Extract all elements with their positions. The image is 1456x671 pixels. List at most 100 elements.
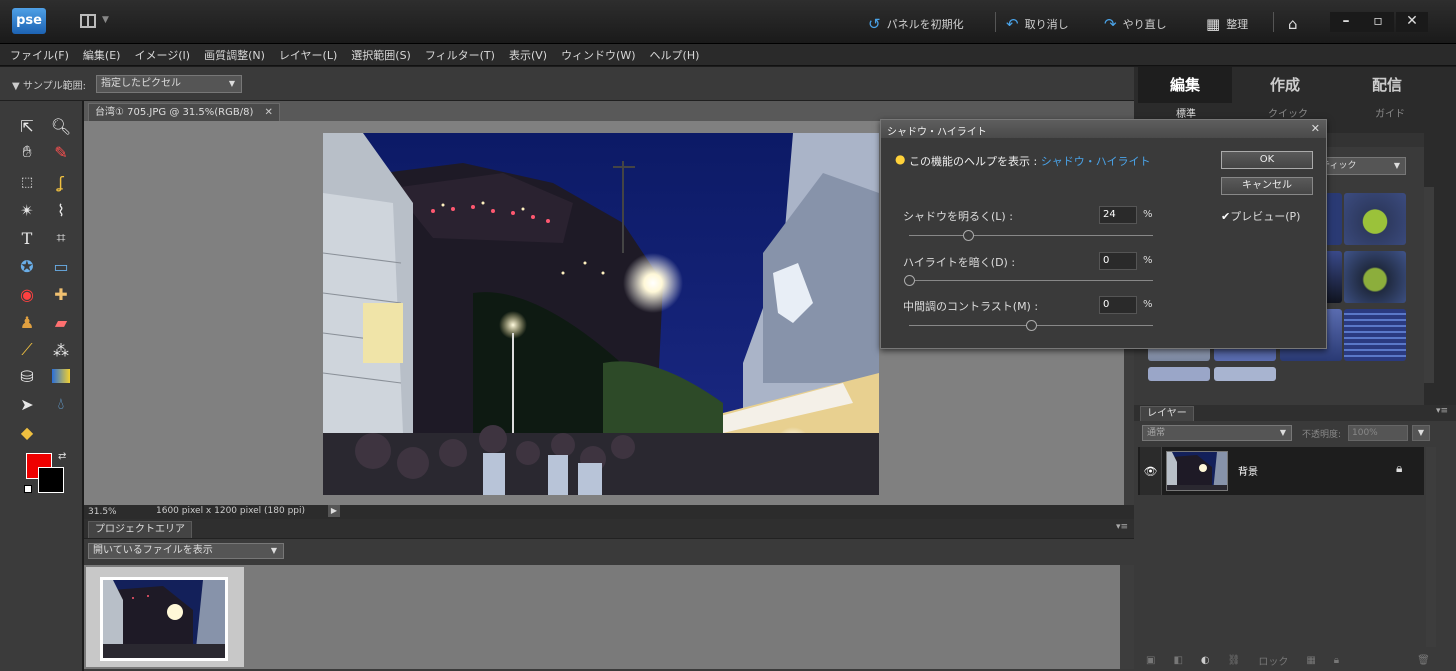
project-bin-filter-select[interactable]: 開いているファイルを表示 ▼ [88, 543, 284, 559]
close-window-button[interactable]: ✕ [1396, 12, 1428, 32]
maximize-button[interactable]: ▫ [1362, 12, 1394, 32]
midtone-contrast-slider-thumb[interactable] [1026, 320, 1037, 331]
eyedropper-tool-icon[interactable]: ✎ [48, 141, 74, 163]
project-thumbnail-item[interactable] [86, 567, 244, 667]
blur-tool-icon[interactable]: 💧︎ [48, 393, 74, 415]
status-menu-arrow-icon[interactable]: ▶ [328, 505, 340, 517]
lighten-shadows-input[interactable]: 24 [1099, 206, 1137, 224]
link-icon[interactable]: ⛓︎ [1228, 655, 1241, 666]
panel-menu-icon[interactable]: ▾≡ [1116, 522, 1128, 532]
menu-select[interactable]: 選択範囲(S) [351, 47, 411, 63]
darken-highlights-input[interactable]: 0 [1099, 252, 1137, 270]
darken-highlights-track[interactable] [909, 280, 1153, 281]
layout-icon[interactable] [80, 14, 96, 28]
lock-all-label[interactable]: ロック [1258, 653, 1288, 668]
eye-icon[interactable]: 👁︎ [1140, 447, 1162, 495]
lasso-tool-icon[interactable]: ʆ [48, 171, 74, 193]
selection-brush-tool-icon[interactable]: ⌇ [48, 199, 74, 221]
lock-transparency-icon[interactable]: ▦ [1306, 655, 1315, 666]
panel-menu-icon[interactable]: ▾≡ [1436, 406, 1448, 416]
lighten-shadows-track[interactable] [909, 235, 1153, 236]
straighten-tool-icon[interactable]: ▭ [48, 255, 74, 277]
brush-tool-icon[interactable]: ⟋ [14, 339, 40, 361]
layers-scrollbar[interactable] [1426, 447, 1436, 647]
blend-mode-select[interactable]: 通常 ▼ [1142, 425, 1292, 441]
default-colors-icon[interactable] [24, 485, 32, 493]
cancel-button[interactable]: キャンセル [1221, 177, 1313, 195]
lock-icon[interactable]: 🔒︎ [1334, 655, 1339, 666]
red-eye-tool-icon[interactable]: ◉ [14, 283, 40, 305]
minimize-button[interactable]: – [1330, 12, 1362, 32]
redo-button[interactable]: ↷ やり直し [1104, 15, 1167, 33]
menu-enhance[interactable]: 画質調整(N) [204, 47, 265, 63]
cookie-cutter-tool-icon[interactable]: ✪ [14, 255, 40, 277]
opacity-input[interactable]: 100% [1348, 425, 1408, 441]
tab-guided-edit[interactable]: ガイド [1340, 105, 1440, 125]
menu-view[interactable]: 表示(V) [509, 47, 547, 63]
lightbulb-icon: ● [895, 152, 906, 166]
layer-mask-icon[interactable]: ◐ [1201, 655, 1210, 666]
layers-panel-title[interactable]: レイヤー [1140, 406, 1194, 421]
new-adjustment-layer-icon[interactable]: ◧ [1173, 655, 1182, 666]
shape-selection-tool-icon[interactable]: ➤ [14, 393, 40, 415]
dialog-titlebar[interactable]: シャドウ・ハイライト ✕ [881, 120, 1326, 138]
menu-file[interactable]: ファイル(F) [10, 47, 69, 63]
close-icon[interactable]: ✕ [1311, 122, 1320, 135]
tab-share[interactable]: 配信 [1340, 67, 1434, 103]
lighten-shadows-slider-thumb[interactable] [962, 230, 974, 241]
project-bin-title[interactable]: プロジェクトエリア [88, 521, 192, 538]
type-tool-icon[interactable]: T [14, 227, 40, 249]
effect-thumbnail[interactable] [1344, 251, 1406, 303]
effect-thumbnail[interactable] [1344, 193, 1406, 245]
home-button[interactable]: ⌂ [1288, 15, 1298, 33]
paint-bucket-tool-icon[interactable]: ⛁ [14, 365, 40, 387]
tab-edit[interactable]: 編集 [1138, 67, 1232, 103]
clone-stamp-tool-icon[interactable]: ♟ [14, 311, 40, 333]
effects-category-select[interactable]: ティック ▼ [1316, 157, 1406, 175]
effect-thumbnail[interactable] [1214, 367, 1276, 381]
menu-layer[interactable]: レイヤー(L) [279, 47, 337, 63]
help-link[interactable]: シャドウ・ハイライト [1041, 155, 1151, 168]
eraser-tool-icon[interactable]: ▰ [48, 311, 74, 333]
effects-scrollbar[interactable] [1424, 187, 1434, 383]
organize-button[interactable]: ▦ 整理 [1206, 15, 1248, 33]
menu-edit[interactable]: 編集(E) [83, 47, 121, 63]
ok-button[interactable]: OK [1221, 151, 1313, 169]
sample-size-select[interactable]: 指定したピクセル ▼ [96, 75, 242, 93]
effect-thumbnail[interactable] [1344, 309, 1406, 361]
healing-brush-tool-icon[interactable]: ✚ [48, 283, 74, 305]
zoom-level[interactable]: 31.5% [88, 507, 117, 517]
crop-tool-icon[interactable]: ⌗ [48, 227, 74, 249]
reset-panels-button[interactable]: ↺ パネルを初期化 [868, 15, 964, 33]
darken-highlights-slider-thumb[interactable] [904, 275, 915, 286]
menu-help[interactable]: ヘルプ(H) [650, 47, 700, 63]
magic-wand-tool-icon[interactable]: ✴ [14, 199, 40, 221]
menu-filter[interactable]: フィルター(T) [425, 47, 495, 63]
close-icon[interactable]: ✕ [265, 107, 273, 118]
delete-layer-icon[interactable]: 🗑︎ [1417, 655, 1430, 666]
tab-create[interactable]: 作成 [1238, 67, 1332, 103]
undo-button[interactable]: ↶ 取り消し [1006, 15, 1069, 33]
smart-brush-tool-icon[interactable]: ⁂ [48, 339, 74, 361]
new-layer-icon[interactable]: ▣ [1146, 655, 1155, 666]
hand-tool-icon[interactable]: ✋︎ [14, 141, 40, 163]
layout-dropdown-icon[interactable]: ▼ [102, 15, 109, 25]
zoom-tool-icon[interactable]: 🔍︎ [48, 115, 74, 137]
project-bin-scrollbar[interactable] [1120, 565, 1134, 669]
move-tool-icon[interactable]: ⇱ [14, 115, 40, 137]
preview-checkbox[interactable]: ✔プレビュー(P) [1221, 208, 1300, 224]
photo-canvas[interactable] [323, 133, 879, 495]
opacity-dropdown-icon[interactable]: ▼ [1412, 425, 1430, 441]
menu-image[interactable]: イメージ(I) [134, 47, 190, 63]
gradient-tool-icon[interactable] [48, 365, 74, 387]
layer-name[interactable]: 背景 [1238, 463, 1258, 478]
document-tab[interactable]: 台湾① 705.JPG @ 31.5%(RGB/8) ✕ [88, 103, 280, 121]
menu-window[interactable]: ウィンドウ(W) [561, 47, 635, 63]
marquee-tool-icon[interactable]: ⬚ [14, 171, 40, 193]
layer-row[interactable]: 👁︎ 背景 🔒︎ [1138, 447, 1424, 495]
sponge-tool-icon[interactable]: ◆ [14, 421, 40, 443]
background-color-swatch[interactable] [38, 467, 64, 493]
midtone-contrast-input[interactable]: 0 [1099, 296, 1137, 314]
effect-thumbnail[interactable] [1148, 367, 1210, 381]
swap-colors-icon[interactable]: ⇄ [58, 451, 66, 462]
